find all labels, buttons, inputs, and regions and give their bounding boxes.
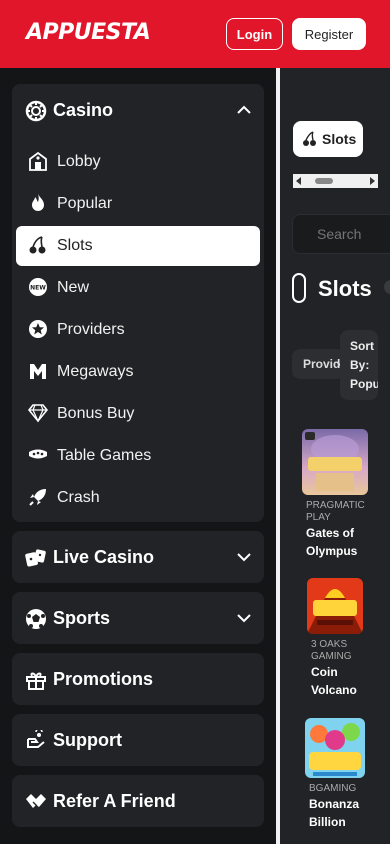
game-provider: GAMING xyxy=(311,651,352,662)
megaways-m-icon xyxy=(30,364,46,379)
game-provider: 3 OAKS xyxy=(311,639,348,650)
game-name: Bonanza xyxy=(309,797,360,811)
game-provider: PRAGMATIC xyxy=(306,500,365,511)
filter-toggle[interactable] xyxy=(292,273,306,303)
refer-friend-section[interactable]: Refer A Friend xyxy=(12,775,264,827)
casino-section-label: Casino xyxy=(53,100,114,120)
sidebar-item-providers[interactable]: Providers xyxy=(16,310,260,350)
sidebar-item-bonus-buy[interactable]: Bonus Buy xyxy=(16,394,260,434)
cherries-icon xyxy=(303,131,316,146)
sidebar-item-label: Lobby xyxy=(57,153,101,170)
page-title: Slots xyxy=(318,276,372,301)
category-chip-slots[interactable]: Slots xyxy=(293,121,363,157)
scroll-left-icon[interactable] xyxy=(296,177,301,185)
game-name: Coin xyxy=(311,665,338,679)
chevron-up-icon xyxy=(237,105,251,114)
support-section-header[interactable]: Support xyxy=(12,714,264,766)
live-casino-section[interactable]: Live Casino xyxy=(12,531,264,583)
sports-section[interactable]: Sports xyxy=(12,592,264,644)
support-label: Support xyxy=(53,730,122,750)
sidebar-item-crash[interactable]: Crash xyxy=(16,478,260,518)
game-thumbnail-gates-of-olympus[interactable] xyxy=(302,429,368,495)
sidebar-item-megaways[interactable]: Megaways xyxy=(16,352,260,392)
sidebar-item-lobby[interactable]: Lobby xyxy=(16,142,260,182)
login-button[interactable]: Login xyxy=(226,18,283,50)
sidebar-item-label: Table Games xyxy=(57,447,152,464)
lobby-building-icon xyxy=(29,151,47,171)
soccer-ball-icon xyxy=(26,609,46,629)
support-hand-icon xyxy=(27,730,45,748)
refer-friend-label: Refer A Friend xyxy=(53,791,176,811)
sidebar-menu: Casino Lobby Popular Slots NEW New Provi… xyxy=(0,68,276,844)
diamond-icon xyxy=(28,404,48,423)
promotions-section-header[interactable]: Promotions xyxy=(12,653,264,705)
live-casino-label: Live Casino xyxy=(53,547,155,567)
sidebar-item-label: New xyxy=(57,279,90,296)
sidebar-item-table-games[interactable]: Table Games xyxy=(16,436,260,476)
category-chip-label: Slots xyxy=(322,131,357,147)
promotions-label: Promotions xyxy=(53,669,154,689)
sports-label: Sports xyxy=(53,608,111,628)
sidebar-item-label: Megaways xyxy=(57,363,134,380)
sidebar-item-label: Slots xyxy=(57,237,93,254)
top-header: APPUESTA Login Register xyxy=(0,0,390,68)
sort-by-dropdown[interactable]: Sort By: Popula xyxy=(340,330,378,400)
sports-section-header[interactable]: Sports xyxy=(12,592,264,644)
sidebar-item-label: Crash xyxy=(57,489,100,506)
game-provider: BGAMING xyxy=(309,783,357,794)
casino-section: Casino Lobby Popular Slots NEW New Provi… xyxy=(12,84,264,522)
chevron-down-icon xyxy=(237,553,251,562)
card-table-icon xyxy=(29,449,47,459)
live-casino-section-header[interactable]: Live Casino xyxy=(12,531,264,583)
sidebar-item-label: Bonus Buy xyxy=(57,405,135,422)
support-section[interactable]: Support xyxy=(12,714,264,766)
promotions-section[interactable]: Promotions xyxy=(12,653,264,705)
heading-badge xyxy=(384,280,390,294)
sort-label-line-1: Sort xyxy=(350,339,374,353)
dice-icon xyxy=(25,549,46,567)
sidebar-item-label: Providers xyxy=(57,321,125,338)
game-thumbnail-bonanza-billion[interactable] xyxy=(305,718,365,778)
flame-icon xyxy=(32,194,44,211)
register-button[interactable]: Register xyxy=(292,18,366,50)
handshake-icon xyxy=(26,794,46,808)
game-name: Gates of xyxy=(306,526,355,540)
main-content: Slots Slots Provid Sort By: Popula xyxy=(280,68,390,844)
game-thumbnail-coin-volcano[interactable] xyxy=(307,578,363,634)
gift-icon xyxy=(26,672,46,690)
appuesta-logo[interactable]: APPUESTA xyxy=(26,20,151,45)
providers-filter-label: Provid xyxy=(303,357,341,371)
casino-chip-icon xyxy=(25,100,47,122)
star-icon xyxy=(29,320,47,338)
game-name: Volcano xyxy=(311,683,357,697)
search-input[interactable] xyxy=(292,214,390,254)
scroll-right-icon[interactable] xyxy=(370,177,375,185)
category-scrollbar[interactable] xyxy=(293,174,378,188)
refer-friend-section-header[interactable]: Refer A Friend xyxy=(12,775,264,827)
providers-filter-button[interactable]: Provid xyxy=(292,349,344,379)
scrollbar-thumb[interactable] xyxy=(315,178,333,184)
sort-label-line-2: By: xyxy=(350,358,370,372)
game-name: Billion xyxy=(309,815,346,829)
new-badge-icon: NEW xyxy=(29,278,47,296)
cherries-icon xyxy=(29,236,46,254)
svg-text:NEW: NEW xyxy=(30,285,46,292)
sidebar-item-slots[interactable]: Slots xyxy=(16,226,260,266)
rocket-icon xyxy=(29,489,46,506)
sidebar-item-popular[interactable]: Popular xyxy=(16,184,260,224)
sidebar-item-new[interactable]: NEW New xyxy=(16,268,260,308)
sidebar-item-label: Popular xyxy=(57,195,113,212)
sort-label-line-3: Popula xyxy=(350,377,378,391)
chevron-down-icon xyxy=(237,614,251,623)
game-name: Olympus xyxy=(306,544,358,558)
game-provider: PLAY xyxy=(306,512,331,523)
casino-section-header[interactable]: Casino xyxy=(12,84,264,136)
